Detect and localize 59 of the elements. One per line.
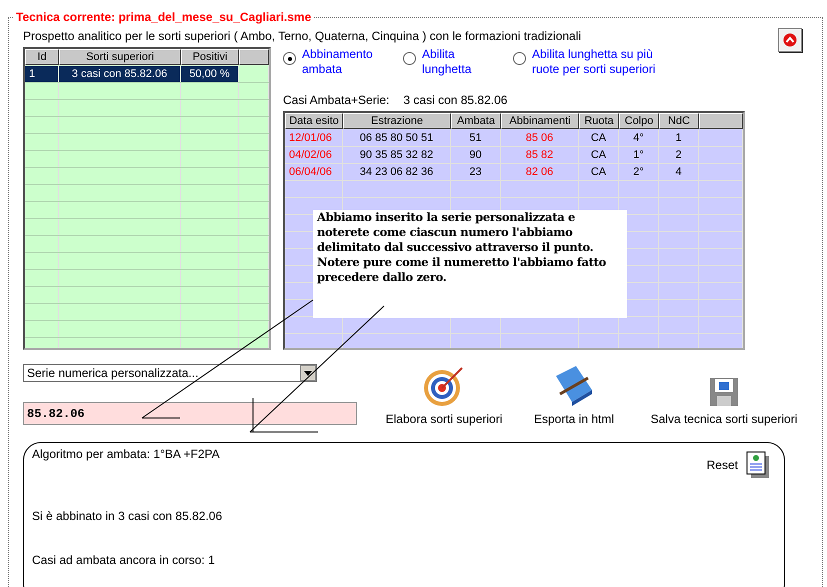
casi-value: 3 casi con 85.82.06: [403, 93, 508, 107]
table-cell: 90: [451, 147, 501, 163]
table-cell: 34 23 06 82 36: [343, 164, 451, 180]
table-cell: 85 82: [501, 147, 579, 163]
description-text: Prospetto analitico per le sorti superiori ( Ambo, Terno, Quaterna, Cinquina ) con le formazioni tradizionali: [23, 29, 582, 45]
casi-label: Casi Ambata+Serie:: [283, 93, 390, 107]
table-cell: 06 85 80 50 51: [343, 130, 451, 146]
table-cell: 51: [451, 130, 501, 146]
table-cell: CA: [579, 130, 619, 146]
caret-icon: [304, 370, 312, 376]
action-button[interactable]: Elabora sorti superiori: [369, 364, 519, 426]
action-button[interactable]: Esporta in html: [519, 364, 629, 426]
output-line: Algoritmo per ambata: 1°BA +F2PA: [32, 447, 221, 461]
column-header: Id: [25, 49, 59, 65]
column-header: Sorti superiori: [59, 49, 181, 65]
table-cell: 12/01/06: [285, 130, 343, 146]
table-cell: 2: [659, 147, 699, 163]
output-line: Si è abbinato in 3 casi con 85.82.06: [32, 509, 224, 523]
action-button[interactable]: Salva tecnica sorti superiori: [629, 364, 819, 426]
table-cell: 3 casi con 85.82.06: [59, 66, 181, 82]
close-button[interactable]: [778, 28, 802, 52]
radio-button[interactable]: [513, 52, 526, 65]
table-cell: 50,00 %: [181, 66, 239, 82]
document-icon: [746, 451, 770, 479]
column-header: Estrazione: [343, 113, 451, 129]
column-header: Colpo: [619, 113, 659, 129]
radio-button[interactable]: [403, 52, 416, 65]
radio-option[interactable]: Abilita lunghetta su più ruote per sorti superiori: [513, 47, 683, 89]
column-header: Ruota: [579, 113, 619, 129]
table-cell: CA: [579, 147, 619, 163]
table-cell: 1: [25, 66, 59, 82]
table-cell: 4°: [619, 130, 659, 146]
table-cell: 1°: [619, 147, 659, 163]
table-cell: 90 35 85 32 82: [343, 147, 451, 163]
output-line: Casi ad ambata ancora in corso: 1: [32, 553, 216, 567]
radio-option[interactable]: Abilita lunghetta: [403, 47, 513, 89]
radio-option[interactable]: Abbinamento ambata: [283, 47, 403, 89]
column-header: Ambata: [451, 113, 501, 129]
table-cell: 1: [659, 130, 699, 146]
reset-button[interactable]: Reset: [706, 451, 770, 479]
sorti-row[interactable]: 1 3 casi con 85.82.06 50,00 %: [25, 66, 269, 83]
annotation-note: Abbiamo inserito la serie personalizzata e noterete come ciascun numero l'abbiamo delimitato dal successivo attraverso il punto. Notere pure come il numeretto l'abbiamo fatto precedere dallo zero.: [313, 210, 627, 318]
table-cell: 2°: [619, 164, 659, 180]
series-dropdown[interactable]: Serie numerica personalizzata...: [23, 364, 317, 382]
technique-title: Tecnica corrente: prima_del_mese_su_Cagliari.sme: [13, 10, 314, 24]
column-header: NdC: [659, 113, 699, 129]
column-header: Abbinamenti: [501, 113, 579, 129]
table-cell: 85 06: [501, 130, 579, 146]
table-cell: 82 06: [501, 164, 579, 180]
table-cell: 23: [451, 164, 501, 180]
series-input-field[interactable]: 85.82.06: [23, 402, 357, 425]
column-header: Positivi: [181, 49, 239, 65]
floppy-icon: [708, 376, 740, 408]
table-cell: 06/04/06: [285, 164, 343, 180]
table-cell: CA: [579, 164, 619, 180]
column-header: Data esito: [285, 113, 343, 129]
table-cell: 04/02/06: [285, 147, 343, 163]
table-cell: 4: [659, 164, 699, 180]
radio-button[interactable]: [283, 52, 296, 65]
